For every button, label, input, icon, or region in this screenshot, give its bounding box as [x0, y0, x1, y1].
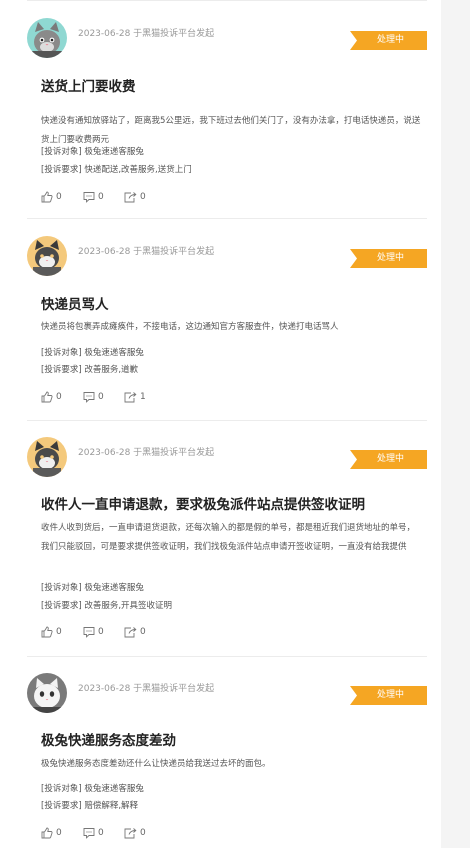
complaint-title[interactable]: 极兔快递服务态度差劲	[41, 729, 176, 749]
complaint-content: 收件人收到货后，一直申请退货退款，还每次输入的都是假的单号，都是租近我们退货地址…	[41, 523, 416, 552]
share-button[interactable]: 0	[124, 625, 146, 639]
comment-icon	[83, 828, 95, 839]
complaint-content: 极兔快递服务态度差劲还什么让快递员给我送过去坏的面包。	[41, 759, 271, 769]
complaint-target: [投诉对象] 极兔速递客服兔	[41, 782, 144, 794]
request-label: [投诉要求]	[41, 601, 82, 611]
grey-cat-avatar-icon	[27, 18, 67, 58]
request-value: 改善服务,开具签收证明	[84, 601, 173, 611]
complaint-card[interactable]: 2023-06-28 于黑猫投诉平台发起 处理中 送货上门要收费 快递没有通知放…	[27, 18, 427, 219]
target-label: [投诉对象]	[41, 147, 82, 157]
share-button[interactable]: 1	[124, 390, 146, 404]
like-button[interactable]: 0	[41, 390, 62, 404]
complaint-title[interactable]: 送货上门要收费	[41, 75, 136, 95]
like-count: 0	[56, 192, 62, 202]
complaint-meta: 2023-06-28 于黑猫投诉平台发起	[78, 29, 215, 39]
thumbs-up-icon	[41, 626, 53, 638]
comment-button[interactable]: 0	[83, 190, 104, 204]
share-icon	[124, 828, 137, 839]
request-value: 赔偿解释,解释	[84, 801, 139, 811]
target-value[interactable]: 极兔速递客服兔	[84, 583, 144, 593]
comment-count: 0	[98, 828, 104, 838]
card-divider	[27, 420, 427, 421]
complaint-request: [投诉要求] 改善服务,开具签收证明	[41, 599, 172, 611]
like-count: 0	[56, 627, 62, 637]
avatar[interactable]	[27, 437, 67, 477]
card-divider	[27, 656, 427, 657]
status-badge: 处理中	[350, 686, 427, 705]
complaint-title[interactable]: 收件人一直申请退款，要求极兔派件站点提供签收证明	[41, 493, 365, 513]
share-icon	[124, 627, 137, 638]
request-label: [投诉要求]	[41, 801, 82, 811]
card-divider	[27, 218, 427, 219]
share-count: 0	[140, 192, 146, 202]
share-count: 1	[140, 392, 146, 402]
target-value[interactable]: 极兔速递客服兔	[84, 147, 144, 157]
status-badge: 处理中	[350, 249, 427, 268]
share-icon	[124, 392, 137, 403]
comment-icon	[83, 192, 95, 203]
share-count: 0	[140, 627, 146, 637]
comment-button[interactable]: 0	[83, 390, 104, 404]
orange-cat-avatar-icon	[27, 437, 67, 477]
status-badge: 处理中	[350, 450, 427, 469]
avatar[interactable]	[27, 18, 67, 58]
share-button[interactable]: 0	[124, 190, 146, 204]
target-label: [投诉对象]	[41, 784, 82, 794]
avatar[interactable]	[27, 673, 67, 713]
request-label: [投诉要求]	[41, 165, 82, 175]
share-button[interactable]: 0	[124, 826, 146, 840]
thumbs-up-icon	[41, 391, 53, 403]
comment-count: 0	[98, 192, 104, 202]
comment-count: 0	[98, 392, 104, 402]
avatar[interactable]	[27, 236, 67, 276]
like-button[interactable]: 0	[41, 190, 62, 204]
thumbs-up-icon	[41, 827, 53, 839]
target-label: [投诉对象]	[41, 583, 82, 593]
target-label: [投诉对象]	[41, 348, 82, 358]
comment-count: 0	[98, 627, 104, 637]
like-button[interactable]: 0	[41, 625, 62, 639]
white-cat-avatar-icon	[27, 673, 67, 713]
complaint-meta: 2023-06-28 于黑猫投诉平台发起	[78, 247, 215, 257]
complaint-card[interactable]: 2023-06-28 于黑猫投诉平台发起 处理中 快递员骂人 快递员将包裹弄成瘫…	[27, 236, 427, 421]
comment-icon	[83, 627, 95, 638]
request-value: 改善服务,道歉	[84, 365, 139, 375]
request-value: 快递配送,改善服务,送货上门	[84, 165, 192, 175]
like-button[interactable]: 0	[41, 826, 62, 840]
status-badge: 处理中	[350, 31, 427, 50]
target-value[interactable]: 极兔速递客服兔	[84, 348, 144, 358]
complaint-card[interactable]: 2023-06-28 于黑猫投诉平台发起 处理中 收件人一直申请退款，要求极兔派…	[27, 437, 427, 657]
complaint-feed: 2023-06-28 于黑猫投诉平台发起 处理中 送货上门要收费 快递没有通知放…	[0, 0, 441, 848]
complaint-meta: 2023-06-28 于黑猫投诉平台发起	[78, 448, 215, 458]
thumbs-up-icon	[41, 191, 53, 203]
top-divider	[27, 0, 427, 1]
like-count: 0	[56, 828, 62, 838]
complaint-content: 快递员将包裹弄成瘫痪件，不接电话，这边通知官方客服查件，快递打电话骂人	[41, 322, 339, 332]
complaint-title[interactable]: 快递员骂人	[41, 293, 109, 313]
complaint-target: [投诉对象] 极兔速递客服兔	[41, 346, 144, 358]
orange-cat-avatar-icon	[27, 236, 67, 276]
complaint-request: [投诉要求] 赔偿解释,解释	[41, 799, 138, 811]
complaint-target: [投诉对象] 极兔速递客服兔	[41, 145, 144, 157]
comment-button[interactable]: 0	[83, 625, 104, 639]
comment-icon	[83, 392, 95, 403]
like-count: 0	[56, 392, 62, 402]
complaint-request: [投诉要求] 改善服务,道歉	[41, 363, 138, 375]
share-icon	[124, 192, 137, 203]
share-count: 0	[140, 828, 146, 838]
target-value[interactable]: 极兔速递客服兔	[84, 784, 144, 794]
complaint-target: [投诉对象] 极兔速递客服兔	[41, 581, 144, 593]
complaint-request: [投诉要求] 快递配送,改善服务,送货上门	[41, 163, 192, 175]
comment-button[interactable]: 0	[83, 826, 104, 840]
complaint-card[interactable]: 2023-06-28 于黑猫投诉平台发起 处理中 极兔快递服务态度差劲 极兔快递…	[27, 673, 427, 848]
complaint-meta: 2023-06-28 于黑猫投诉平台发起	[78, 684, 215, 694]
request-label: [投诉要求]	[41, 365, 82, 375]
